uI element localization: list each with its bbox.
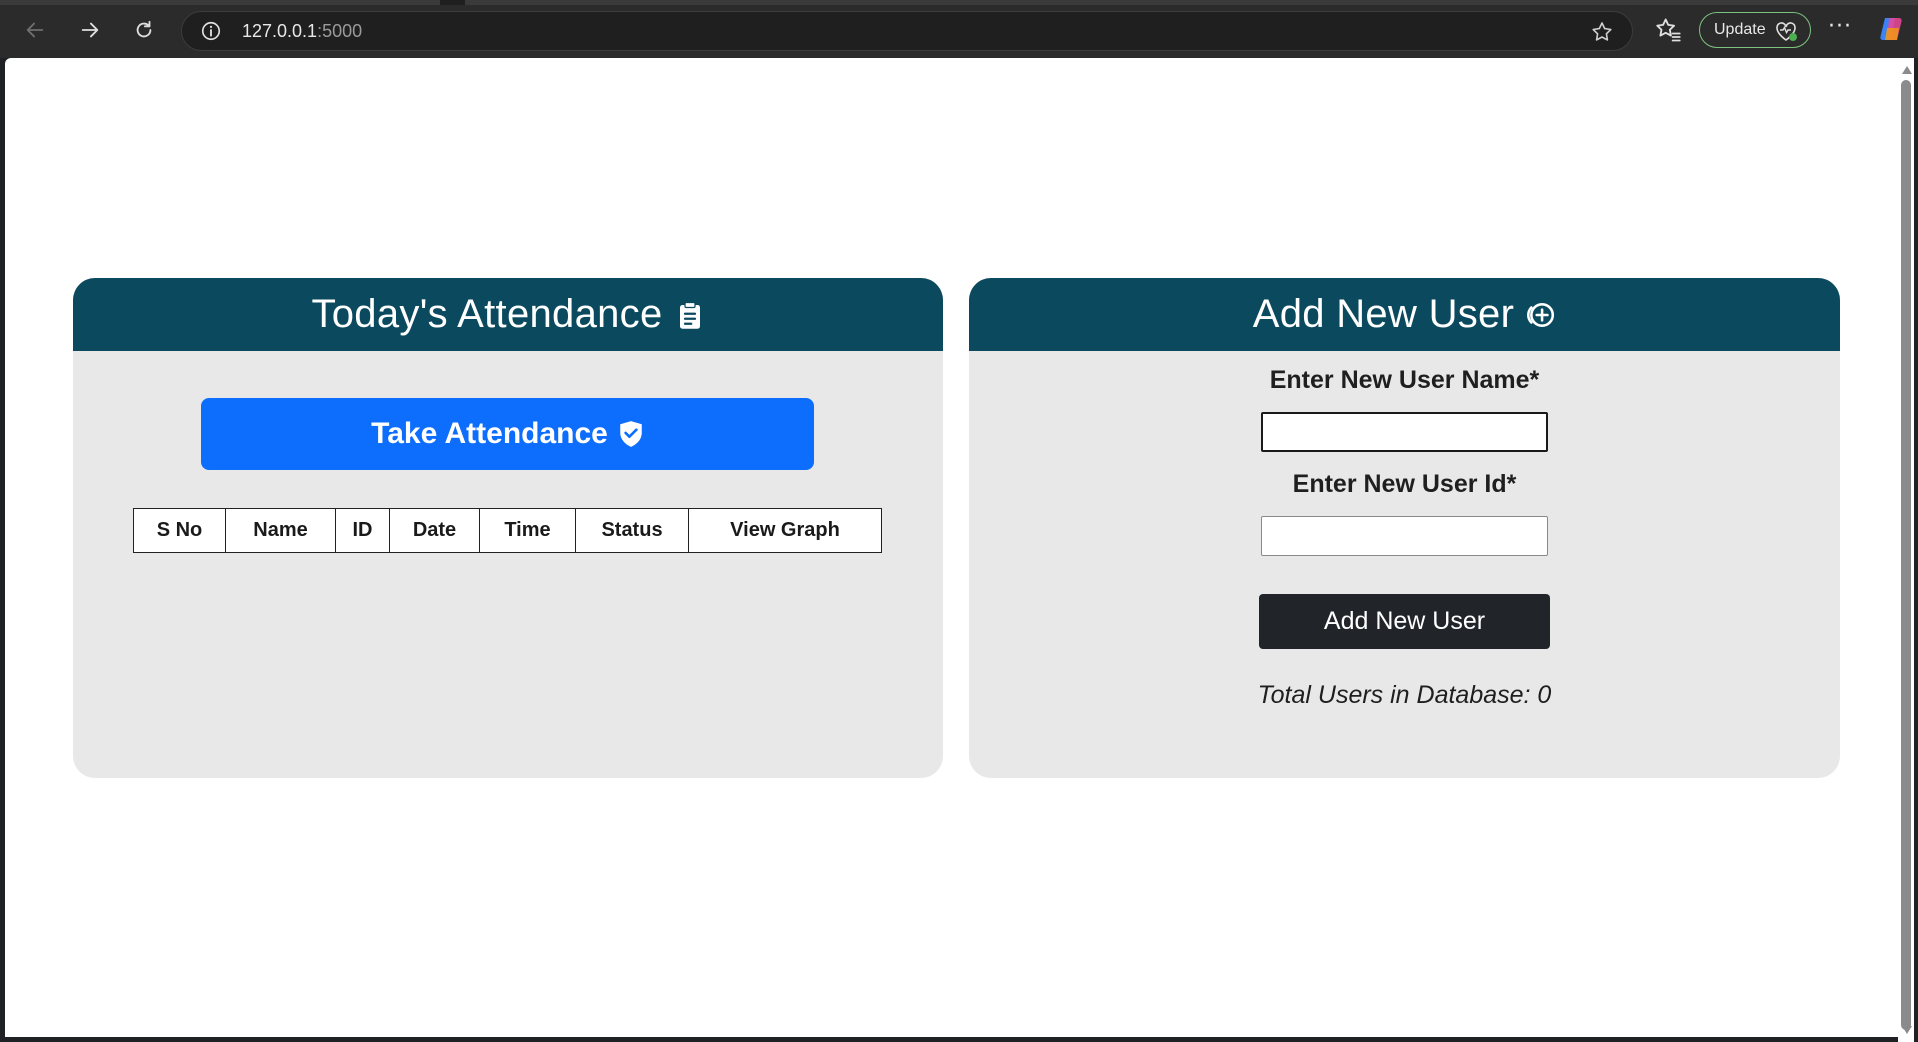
scroll-up-arrow-icon[interactable] (1902, 66, 1912, 74)
tab-strip-right (465, 0, 1918, 5)
favorites-icon[interactable] (1654, 16, 1682, 44)
column-header-view-graph: View Graph (688, 508, 882, 553)
scroll-down-arrow-icon[interactable] (1902, 1026, 1912, 1034)
attendance-card-header: Today's Attendance (73, 278, 943, 351)
column-header-id: ID (335, 508, 390, 553)
tab-strip-left (0, 0, 440, 5)
new-user-id-label: Enter New User Id* (1292, 470, 1517, 498)
page-scrollbar[interactable] (1898, 58, 1914, 1042)
take-attendance-label: Take Attendance (371, 417, 608, 450)
reload-icon (136, 20, 152, 38)
add-user-title: Add New User (1252, 292, 1515, 336)
column-header-time: Time (479, 508, 576, 553)
tab-strip (0, 0, 1918, 5)
column-header-status: Status (575, 508, 689, 553)
url-host: 127.0.0.1 (242, 21, 318, 41)
attendance-table-header-row: S No Name ID Date Time Status View Graph (133, 508, 882, 553)
column-header-name: Name (225, 508, 336, 553)
address-bar[interactable]: 127.0.0.1:5000 (181, 11, 1633, 51)
browser-toolbar: 127.0.0.1:5000 Update ··· (0, 0, 1918, 58)
new-user-name-input[interactable] (1261, 412, 1548, 452)
reload-button[interactable] (128, 14, 160, 46)
url-port: :5000 (317, 21, 363, 41)
favorite-star-icon[interactable] (1590, 20, 1614, 44)
back-button[interactable] (19, 14, 51, 46)
url-text: 127.0.0.1:5000 (242, 21, 362, 42)
add-user-plus-icon (1527, 302, 1555, 327)
attendance-title: Today's Attendance (311, 292, 663, 336)
update-label: Update (1714, 21, 1766, 38)
site-info-icon[interactable] (200, 20, 222, 42)
update-button[interactable]: Update (1699, 12, 1811, 48)
add-new-user-button[interactable]: Add New User (1259, 594, 1550, 649)
column-header-s-no: S No (133, 508, 226, 553)
health-heart-icon (1776, 22, 1797, 41)
copilot-icon[interactable] (1877, 14, 1907, 44)
scrollbar-thumb[interactable] (1901, 80, 1911, 1030)
total-users-text: Total Users in Database: 0 (1257, 681, 1552, 709)
new-user-name-label: Enter New User Name* (1269, 366, 1540, 394)
page-viewport: Today's Attendance Take Attendance S No … (5, 58, 1898, 1037)
arrow-right-icon (81, 22, 99, 38)
attendance-card: Today's Attendance Take Attendance S No … (73, 278, 943, 778)
clipboard-icon (679, 301, 700, 329)
add-user-card-header: Add New User (969, 278, 1840, 351)
shield-check-icon (620, 421, 642, 447)
window-bottom-edge (0, 1037, 1898, 1042)
column-header-date: Date (389, 508, 480, 553)
forward-button[interactable] (74, 14, 106, 46)
new-user-id-input[interactable] (1261, 516, 1548, 556)
add-user-card: Add New User Enter New User Name* Enter … (969, 278, 1840, 778)
take-attendance-button[interactable]: Take Attendance (201, 398, 814, 470)
attendance-table: S No Name ID Date Time Status View Graph (133, 508, 882, 553)
arrow-left-icon (26, 22, 44, 38)
more-options-button[interactable]: ··· (1824, 16, 1856, 44)
